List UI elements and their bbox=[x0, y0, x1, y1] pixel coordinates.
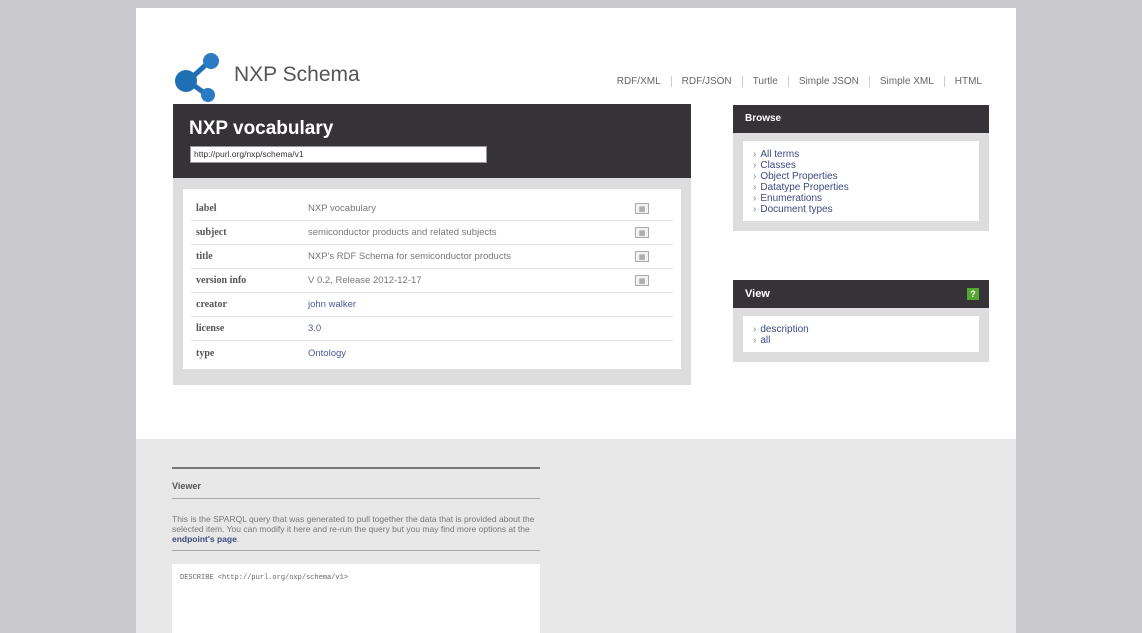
arrow-icon: › bbox=[753, 335, 757, 346]
browse-item-document-types[interactable]: › Document types bbox=[753, 204, 969, 215]
browse-item-object-properties[interactable]: › Object Properties bbox=[753, 171, 969, 182]
table-row: creator john walker bbox=[191, 293, 673, 317]
format-link-turtle[interactable]: Turtle bbox=[741, 76, 788, 87]
flag-icon: ▦ bbox=[635, 203, 649, 214]
property-key: label bbox=[196, 203, 217, 214]
logo-icon[interactable] bbox=[174, 51, 224, 103]
resource-uri-field[interactable]: http://purl.org/nxp/schema/v1 bbox=[190, 146, 487, 163]
property-value: NXP's RDF Schema for semiconductor produ… bbox=[308, 251, 511, 262]
sparql-query-editor[interactable]: DESCRIBE <http://purl.org/nxp/schema/v1> bbox=[172, 564, 540, 633]
format-link-simple-xml[interactable]: Simple XML bbox=[868, 76, 944, 87]
view-list: › description › all bbox=[743, 316, 979, 352]
arrow-icon: › bbox=[753, 149, 757, 160]
property-value-link[interactable]: 3.0 bbox=[308, 323, 635, 334]
flag-icon: ▦ bbox=[635, 251, 649, 262]
endpoint-page-link[interactable]: endpoint's page bbox=[172, 534, 237, 544]
arrow-icon: › bbox=[753, 171, 757, 182]
viewer-panel: Viewer This is the SPARQL query that was… bbox=[172, 467, 540, 633]
browse-item-all-terms[interactable]: › All terms bbox=[753, 149, 969, 160]
view-panel: View ? › description › all bbox=[733, 280, 989, 362]
table-row: version info V 0.2, Release 2012-12-17 ▦ bbox=[191, 269, 673, 293]
browse-list: › All terms › Classes › Object Properties ›… bbox=[743, 141, 979, 221]
format-link-simple-json[interactable]: Simple JSON bbox=[787, 76, 869, 87]
property-key: version info bbox=[196, 275, 247, 286]
table-row: license 3.0 bbox=[191, 317, 673, 341]
arrow-icon: › bbox=[753, 324, 757, 335]
flag-icon: ▦ bbox=[635, 275, 649, 286]
flag-icon: ▦ bbox=[635, 227, 649, 238]
page: NXP Schema RDF/XML RDF/JSON Turtle Simpl… bbox=[136, 8, 1016, 633]
property-value: V 0.2, Release 2012-12-17 bbox=[308, 275, 422, 286]
format-link-html[interactable]: HTML bbox=[943, 76, 982, 87]
resource-title: NXP vocabulary bbox=[189, 118, 334, 139]
property-value-link[interactable]: Ontology bbox=[308, 348, 635, 359]
arrow-icon: › bbox=[753, 193, 757, 204]
table-row: type Ontology bbox=[191, 341, 673, 365]
view-item-all[interactable]: › all bbox=[753, 335, 969, 346]
table-row: label NXP vocabulary ▦ bbox=[191, 197, 673, 221]
browse-item-classes[interactable]: › Classes bbox=[753, 160, 969, 171]
format-link-rdfjson[interactable]: RDF/JSON bbox=[670, 76, 742, 87]
browse-item-datatype-properties[interactable]: › Datatype Properties bbox=[753, 182, 969, 193]
site-title[interactable]: NXP Schema bbox=[234, 63, 360, 87]
arrow-icon: › bbox=[753, 182, 757, 193]
browse-panel: Browse › All terms › Classes › Object Prope… bbox=[733, 105, 989, 231]
view-item-description[interactable]: › description bbox=[753, 324, 969, 335]
property-value: semiconductor products and related subje… bbox=[308, 227, 497, 238]
property-key: type bbox=[196, 347, 215, 359]
browse-heading: Browse bbox=[733, 105, 989, 133]
property-key: subject bbox=[196, 227, 227, 238]
viewer-description: This is the SPARQL query that was genera… bbox=[172, 499, 540, 551]
format-link-rdfxml[interactable]: RDF/XML bbox=[607, 76, 671, 87]
resource-properties-panel: label NXP vocabulary ▦ subject semicondu… bbox=[173, 178, 691, 385]
property-key: creator bbox=[196, 299, 227, 310]
table-row: subject semiconductor products and relat… bbox=[191, 221, 673, 245]
format-links: RDF/XML RDF/JSON Turtle Simple JSON Simp… bbox=[607, 76, 982, 87]
properties-table: label NXP vocabulary ▦ subject semicondu… bbox=[183, 189, 681, 369]
arrow-icon: › bbox=[753, 204, 757, 215]
viewer-heading: Viewer bbox=[172, 469, 540, 499]
property-value-link[interactable]: john walker bbox=[308, 299, 635, 310]
view-heading: View ? bbox=[733, 280, 989, 308]
resource-header: NXP vocabulary http://purl.org/nxp/schem… bbox=[173, 104, 691, 178]
property-value: NXP vocabulary bbox=[308, 203, 376, 214]
help-icon[interactable]: ? bbox=[967, 288, 979, 300]
property-key: license bbox=[196, 323, 225, 334]
browse-item-enumerations[interactable]: › Enumerations bbox=[753, 193, 969, 204]
property-key: title bbox=[196, 251, 213, 262]
table-row: title NXP's RDF Schema for semiconductor… bbox=[191, 245, 673, 269]
arrow-icon: › bbox=[753, 160, 757, 171]
